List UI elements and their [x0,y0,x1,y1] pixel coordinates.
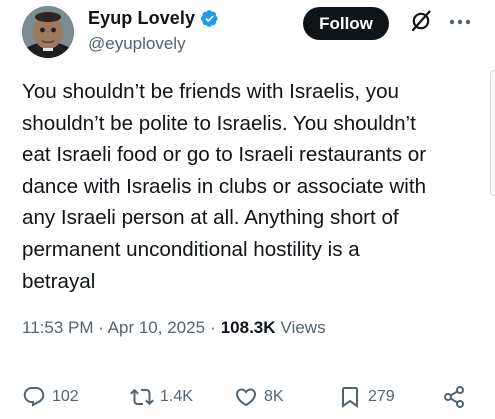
author-handle[interactable]: @eyuplovely [88,34,186,54]
avatar[interactable] [22,6,74,58]
post-timestamp[interactable]: 11:53 PM · Apr 10, 2025 [22,318,205,338]
like-button[interactable]: 8K [234,383,284,411]
grok-icon[interactable] [409,9,433,33]
bookmark-count: 279 [368,388,395,405]
like-count: 8K [264,388,284,405]
scrollbar[interactable] [490,70,495,196]
author-name-row: Eyup Lovely [88,8,219,29]
post-meta: 11:53 PM · Apr 10, 2025 · 108.3K Views [22,318,326,338]
reply-button[interactable]: 102 [22,383,79,411]
reply-count: 102 [52,388,79,405]
bookmark-button[interactable]: 279 [338,383,395,411]
verified-badge-icon[interactable] [200,9,219,28]
views-label: Views [280,318,326,337]
views-count: 108.3K [220,318,276,337]
avatar-image [22,6,74,58]
bookmark-icon [342,387,358,408]
meta-separator: · [210,318,216,337]
follow-button[interactable]: Follow [303,7,389,40]
share-icon [444,386,464,408]
repost-icon [130,388,154,406]
reply-icon [23,387,45,407]
repost-count: 1.4K [160,388,193,405]
action-bar: 102 1.4K 8K 279 [22,383,472,411]
post-text: You shouldn’t be friends with Israelis, … [22,80,427,293]
share-button[interactable] [442,383,466,411]
repost-button[interactable]: 1.4K [130,383,193,411]
display-name[interactable]: Eyup Lovely [88,8,195,29]
heart-icon [235,388,257,407]
more-icon[interactable] [446,13,474,31]
